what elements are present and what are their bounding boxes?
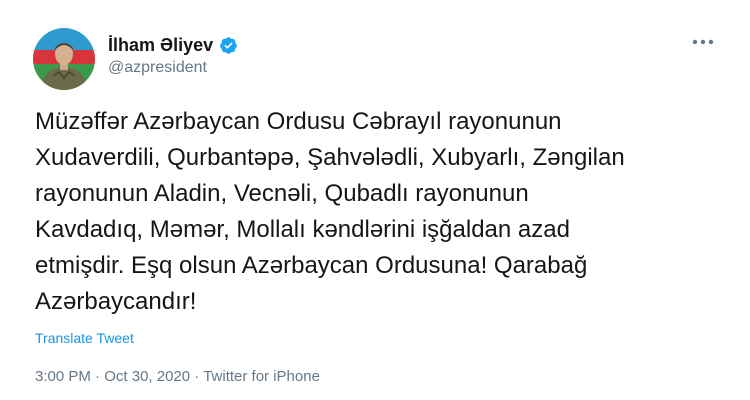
- author-block: İlham Əliyev @azpresident: [108, 33, 238, 77]
- meta-separator: ·: [95, 368, 101, 385]
- meta-separator: ·: [194, 368, 200, 385]
- author-name[interactable]: İlham Əliyev: [108, 35, 213, 56]
- more-options-icon[interactable]: [690, 34, 716, 50]
- tweet-time[interactable]: 3:00 PM: [35, 368, 91, 385]
- author-name-row: İlham Əliyev: [108, 33, 238, 57]
- tweet-text: Müzəffər Azərbaycan Ordusu Cəbrayıl rayo…: [35, 108, 625, 315]
- verified-badge-icon: [219, 36, 238, 55]
- tweet-date[interactable]: Oct 30, 2020: [104, 368, 190, 385]
- translate-tweet-link[interactable]: Translate Tweet: [35, 330, 134, 346]
- avatar[interactable]: [33, 28, 95, 90]
- author-handle[interactable]: @azpresident: [108, 59, 238, 77]
- tweet-card: İlham Əliyev @azpresident Müzəffər Azərb…: [0, 0, 750, 400]
- avatar-image: [33, 28, 95, 90]
- tweet-source[interactable]: Twitter for iPhone: [203, 368, 320, 385]
- tweet-meta: 3:00 PM · Oct 30, 2020 · Twitter for iPh…: [35, 368, 320, 385]
